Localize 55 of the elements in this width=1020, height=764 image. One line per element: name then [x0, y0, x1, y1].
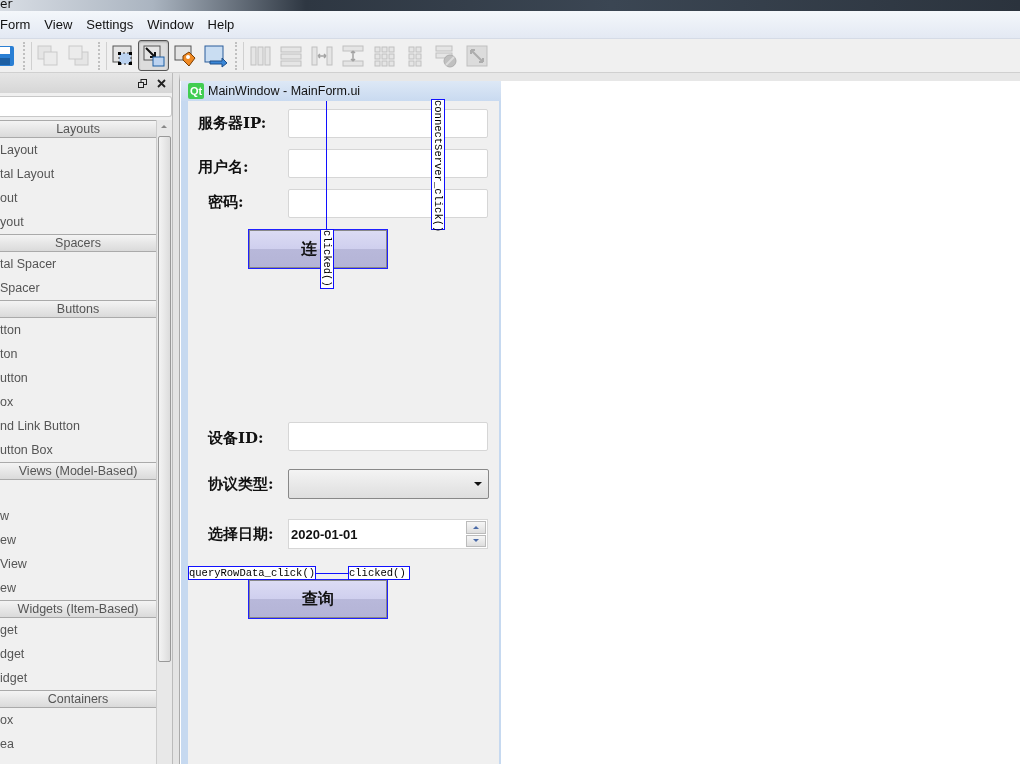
widget-list-item[interactable]: ew	[0, 576, 157, 600]
widget-list-item[interactable]: Spacer	[0, 276, 157, 300]
window-title: MainWindow - MainForm.ui	[208, 84, 361, 98]
category-header[interactable]: Layouts	[0, 120, 157, 138]
slot-label: queryRowData_click()	[188, 566, 316, 580]
widget-list-item[interactable]: ox	[0, 708, 157, 732]
menu-item[interactable]: Form	[0, 17, 38, 32]
widget-list-item[interactable]: utton	[0, 366, 157, 390]
close-icon[interactable]	[157, 78, 166, 88]
dropdown[interactable]	[288, 469, 489, 499]
arrow-into-box-icon[interactable]	[138, 40, 169, 71]
widget-list-item[interactable]: tton	[0, 318, 157, 342]
float-icon[interactable]	[138, 78, 147, 88]
widget-list-item[interactable]: ton	[0, 342, 157, 366]
widget-list-item[interactable]: idget	[0, 666, 157, 690]
signal-label: clicked()	[348, 566, 410, 580]
widget-list-item[interactable]: nd Link Button	[0, 414, 157, 438]
field-label: 密码:	[208, 192, 244, 212]
field-label: 选择日期:	[208, 524, 274, 544]
splitter-handle[interactable]	[172, 73, 179, 764]
widget-list-item[interactable]: ea	[0, 732, 157, 756]
menu-item[interactable]: Window	[140, 17, 201, 32]
slot-label: connectServer_click()	[431, 99, 445, 230]
window-title: er	[0, 0, 13, 10]
field-label: 协议类型:	[208, 474, 274, 494]
menu-item[interactable]: View	[37, 17, 80, 32]
widget-list-item[interactable]: View	[0, 552, 157, 576]
scrollbar-thumb[interactable]	[158, 136, 171, 662]
menu-item[interactable]: Help	[200, 17, 242, 32]
menu-item[interactable]: Settings	[79, 17, 141, 32]
date-field[interactable]: 2020-01-01	[288, 519, 488, 549]
field-label: 服务器IP:	[198, 113, 267, 133]
widget-list-item[interactable]: get	[0, 618, 157, 642]
widget-list-item[interactable]: tal Layout	[0, 162, 157, 186]
widget-list-item[interactable]: utton Box	[0, 438, 157, 462]
widget-list-item[interactable]: ox	[0, 390, 157, 414]
filter-field[interactable]	[0, 96, 172, 117]
widget-list-item[interactable]: yout	[0, 210, 157, 234]
category-header[interactable]: Views (Model-Based)	[0, 462, 157, 480]
widget-list-item[interactable]: Layout	[0, 138, 157, 162]
category-header[interactable]: Spacers	[0, 234, 157, 252]
input-field[interactable]	[288, 422, 488, 451]
widget-list-item[interactable]: out	[0, 186, 157, 210]
category-header[interactable]: Buttons	[0, 300, 157, 318]
field-label: 设备ID:	[208, 428, 264, 448]
widget-list-item[interactable]: dget	[0, 642, 157, 666]
signal-label: clicked()	[320, 229, 334, 289]
query-button[interactable]: 查询	[248, 579, 388, 619]
field-label: 用户名:	[198, 157, 249, 177]
category-header[interactable]: Widgets (Item-Based)	[0, 600, 157, 618]
app-logo: Qt	[188, 83, 204, 99]
widget-list-item[interactable]: ew	[0, 528, 157, 552]
widget-list-item[interactable]: w	[0, 504, 157, 528]
category-header[interactable]: Containers	[0, 690, 157, 708]
widget-list-item[interactable]: tal Spacer	[0, 252, 157, 276]
